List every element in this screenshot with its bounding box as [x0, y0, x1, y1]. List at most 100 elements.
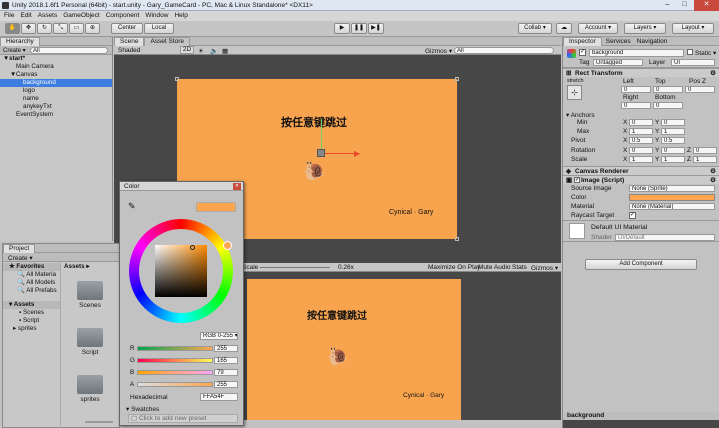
source-image-field[interactable]: None (Sprite)	[629, 185, 715, 192]
menu-edit[interactable]: Edit	[20, 12, 31, 19]
transform-tool-button[interactable]: ⊕	[85, 23, 100, 34]
active-checkbox[interactable]: ✓	[579, 49, 586, 56]
menu-window[interactable]: Window	[145, 12, 168, 19]
anchor-preset-button[interactable]: ⊹	[567, 85, 582, 100]
rect-corner-handle[interactable]	[455, 77, 459, 81]
rect-corner-handle[interactable]	[455, 237, 459, 241]
favorite-item[interactable]: 🔍 All Materia	[3, 271, 60, 279]
preview-footer-label[interactable]: background	[563, 412, 719, 420]
eyedropper-icon[interactable]: ✎	[128, 201, 136, 212]
collab-dropdown[interactable]: Collab ▾	[518, 23, 552, 34]
channel-b-value[interactable]: 79	[214, 369, 238, 376]
anchor-min-x-input[interactable]: 0	[629, 119, 653, 126]
right-input[interactable]: 0	[621, 102, 651, 109]
hierarchy-item[interactable]: name	[0, 95, 112, 103]
hand-tool-button[interactable]: ✋	[5, 23, 20, 34]
channel-a-value[interactable]: 255	[214, 381, 238, 388]
folder-icon[interactable]	[77, 328, 103, 347]
tab-hierarchy[interactable]: Hierarchy	[0, 37, 40, 46]
color-picker-close-button[interactable]: ✕	[233, 183, 241, 190]
canvas-renderer-header[interactable]: ◈ Canvas Renderer ⚙	[563, 166, 719, 175]
account-dropdown[interactable]: Account ▾	[578, 23, 618, 34]
rotation-x-input[interactable]: 0	[629, 147, 653, 154]
object-name-input[interactable]: background	[589, 49, 684, 57]
scale-tool-button[interactable]: ⤡	[53, 23, 68, 34]
cloud-icon[interactable]: ☁	[556, 23, 572, 34]
add-component-button[interactable]: Add Component	[585, 259, 697, 270]
project-create-button[interactable]: Create ▾	[8, 254, 33, 262]
effects-icon[interactable]: ▦	[222, 47, 228, 55]
raycast-target-checkbox[interactable]: ✓	[629, 212, 636, 219]
folder-icon[interactable]	[77, 281, 103, 300]
tree-folder-scenes[interactable]: ▪ Scenes	[3, 309, 60, 317]
game-gizmos-dropdown[interactable]: Gizmos ▾	[531, 264, 558, 272]
rect-tool-button[interactable]: ▭	[69, 23, 84, 34]
hierarchy-item[interactable]: ▼Canvas	[0, 71, 112, 79]
folder-icon[interactable]	[77, 375, 103, 394]
hierarchy-item[interactable]: Main Camera	[0, 63, 112, 71]
lighting-icon[interactable]: ☀	[198, 47, 204, 55]
color-mode-dropdown[interactable]: RGB 0-255 ▾	[200, 332, 238, 340]
channel-r-slider[interactable]	[137, 346, 213, 351]
menu-help[interactable]: Help	[174, 12, 187, 19]
anchor-max-x-input[interactable]: 1	[629, 128, 653, 135]
hierarchy-item[interactable]: ▼start*	[0, 55, 112, 63]
hue-selector-handle[interactable]	[223, 241, 232, 250]
top-input[interactable]: 0	[653, 86, 683, 93]
rect-corner-handle[interactable]	[175, 77, 179, 81]
play-button[interactable]: ▶	[334, 23, 350, 34]
maximize-button[interactable]: □	[677, 0, 692, 11]
saturation-value-square[interactable]	[155, 245, 207, 297]
anchor-min-y-input[interactable]: 0	[661, 119, 685, 126]
assets-tree-root[interactable]: ▾ Assets	[3, 301, 60, 309]
static-checkbox[interactable]	[687, 49, 693, 55]
move-gizmo-handle[interactable]	[317, 149, 325, 157]
static-dropdown[interactable]: Static ▾	[695, 49, 716, 57]
shader-dropdown[interactable]: UI/Default	[615, 234, 715, 241]
favorites-header[interactable]: ★ Favorites	[3, 263, 60, 271]
pivot-center-toggle[interactable]: Center	[111, 23, 143, 34]
hierarchy-search-input[interactable]: All	[30, 47, 108, 54]
hierarchy-item[interactable]: background	[0, 79, 112, 87]
scale-y-input[interactable]: 1	[661, 156, 685, 163]
hierarchy-create-button[interactable]: Create ▾	[3, 47, 26, 54]
color-field[interactable]	[629, 194, 715, 201]
rotation-y-input[interactable]: 0	[661, 147, 685, 154]
close-button[interactable]: ✕	[694, 0, 719, 11]
menu-component[interactable]: Component	[106, 12, 140, 19]
tab-scene[interactable]: Scene	[114, 37, 145, 46]
icon-size-slider[interactable]	[85, 421, 113, 423]
stats-toggle[interactable]: Stats	[512, 264, 527, 271]
pause-button[interactable]: ❚❚	[351, 23, 367, 34]
channel-b-slider[interactable]	[137, 370, 213, 375]
tab-project[interactable]: Project	[3, 244, 36, 253]
anchors-foldout[interactable]: ▾ Anchors	[566, 111, 595, 119]
scale-x-input[interactable]: 1	[629, 156, 653, 163]
sv-selector-handle[interactable]	[190, 245, 195, 250]
hierarchy-item[interactable]: anykeyTxt	[0, 103, 112, 111]
menu-gameobject[interactable]: GameObject	[63, 12, 100, 19]
rotation-z-input[interactable]: 0	[693, 147, 717, 154]
posz-input[interactable]: 0	[685, 86, 715, 93]
scene-search-input[interactable]: All	[454, 47, 554, 54]
layout-dropdown[interactable]: Layout ▾	[672, 23, 714, 34]
hex-input[interactable]: FFA54F	[200, 393, 238, 401]
pivot-x-input[interactable]: 0.5	[629, 137, 653, 144]
rotate-tool-button[interactable]: ↻	[37, 23, 52, 34]
tab-asset-store[interactable]: Asset Store	[144, 37, 191, 46]
maximize-on-play-toggle[interactable]: Maximize On Play	[428, 264, 480, 271]
anchor-max-y-input[interactable]: 1	[661, 128, 685, 135]
2d-mode-toggle[interactable]: 2D	[180, 46, 194, 54]
move-tool-button[interactable]: ✥	[21, 23, 36, 34]
tag-dropdown[interactable]: Untagged	[593, 59, 643, 66]
swatches-header[interactable]: ▾ Swatches	[126, 405, 159, 413]
left-input[interactable]: 0	[621, 86, 651, 93]
game-scale-slider[interactable]	[260, 267, 330, 268]
tab-navigation[interactable]: Navigation	[637, 38, 668, 45]
pivot-rotation-toggle[interactable]: Local	[144, 23, 174, 34]
tab-inspector[interactable]: Inspector	[563, 37, 602, 46]
image-component-header[interactable]: ▣ ✓ Image (Script) ⚙	[563, 175, 719, 184]
layers-dropdown[interactable]: Layers ▾	[624, 23, 666, 34]
tree-folder-sprites[interactable]: ▸ sprites	[3, 325, 60, 333]
pivot-y-input[interactable]: 0.5	[661, 137, 685, 144]
